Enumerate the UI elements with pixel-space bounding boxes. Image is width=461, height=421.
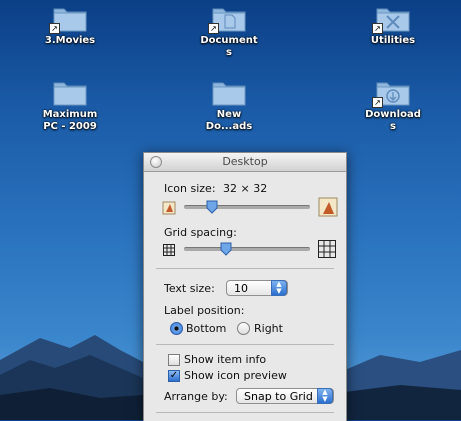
separator — [156, 268, 334, 269]
show-item-info-checkbox[interactable] — [168, 354, 180, 366]
large-icon-preview-icon — [318, 197, 338, 217]
desktop-icon-documents[interactable]: ↗ Document s — [189, 4, 269, 59]
utilities-folder-icon: ↗ — [372, 4, 410, 34]
label-position-right-radio[interactable] — [237, 322, 250, 335]
popup-arrows-icon: ▲ ▼ — [317, 388, 333, 404]
desktop-icon-new-downloads[interactable]: New Do...ads — [189, 78, 269, 133]
desktop-icon-3movies[interactable]: ↗ 3.Movies — [30, 4, 110, 47]
desktop-view-options-panel: Desktop Icon size: 32 × 32 Grid spacing:… — [143, 152, 347, 421]
right-option-label: Right — [254, 322, 283, 335]
folder-icon: ↗ — [49, 4, 87, 34]
popup-arrows-icon: ▲ ▼ — [271, 280, 287, 296]
tight-grid-icon — [163, 244, 175, 256]
desktop-icon-label: 3.Movies — [44, 35, 96, 46]
arrange-by-popup[interactable]: Snap to Grid ▲ ▼ — [236, 388, 334, 404]
alias-arrow-icon: ↗ — [372, 23, 383, 34]
downloads-folder-icon: ↗ — [372, 78, 410, 108]
text-size-popup[interactable]: 10 ▲ ▼ — [226, 280, 288, 296]
separator — [156, 412, 334, 413]
icon-size-value: 32 × 32 — [223, 182, 268, 195]
separator — [156, 344, 334, 345]
alias-arrow-icon: ↗ — [49, 23, 60, 34]
label-position-label: Label position: — [164, 304, 245, 317]
text-size-value: 10 — [234, 282, 248, 295]
desktop-icon-label: New Do...ads — [205, 109, 253, 132]
show-icon-preview-checkbox[interactable]: ✓ — [168, 370, 180, 382]
desktop-icon-label: Download s — [365, 109, 421, 132]
desktop-icon-downloads[interactable]: ↗ Download s — [353, 78, 433, 133]
show-icon-preview-label: Show icon preview — [184, 369, 287, 382]
desktop-icon-utilities[interactable]: ↗ Utilities — [353, 4, 433, 47]
arrange-by-label: Arrange by: — [164, 390, 228, 403]
show-item-info-label: Show item info — [184, 353, 267, 366]
label-position-bottom-radio[interactable] — [170, 322, 183, 335]
folder-icon — [53, 78, 87, 106]
folder-icon — [212, 78, 246, 106]
icon-size-slider-knob[interactable] — [206, 200, 218, 214]
icon-size-track[interactable] — [184, 205, 310, 209]
desktop-icon-label: Utilities — [370, 35, 416, 46]
wide-grid-icon — [318, 240, 336, 258]
desktop-icon-maximum-pc[interactable]: Maximum PC - 2009 — [30, 78, 110, 133]
grid-spacing-label: Grid spacing: — [164, 226, 237, 239]
documents-folder-icon: ↗ — [208, 4, 246, 34]
small-icon-preview-icon — [162, 201, 176, 215]
panel-titlebar[interactable]: Desktop — [144, 153, 346, 172]
alias-arrow-icon: ↗ — [372, 97, 383, 108]
bottom-option-label: Bottom — [186, 322, 227, 335]
desktop-icon-label: Maximum PC - 2009 — [42, 109, 98, 132]
grid-spacing-slider-knob[interactable] — [220, 242, 232, 256]
arrange-by-value: Snap to Grid — [244, 390, 313, 403]
alias-arrow-icon: ↗ — [208, 23, 219, 34]
desktop-icon-label: Document s — [200, 35, 258, 58]
text-size-label: Text size: — [164, 282, 215, 295]
icon-size-label: Icon size: — [164, 182, 216, 195]
close-button[interactable] — [150, 156, 162, 168]
grid-spacing-track[interactable] — [184, 247, 310, 251]
panel-title: Desktop — [222, 155, 268, 168]
